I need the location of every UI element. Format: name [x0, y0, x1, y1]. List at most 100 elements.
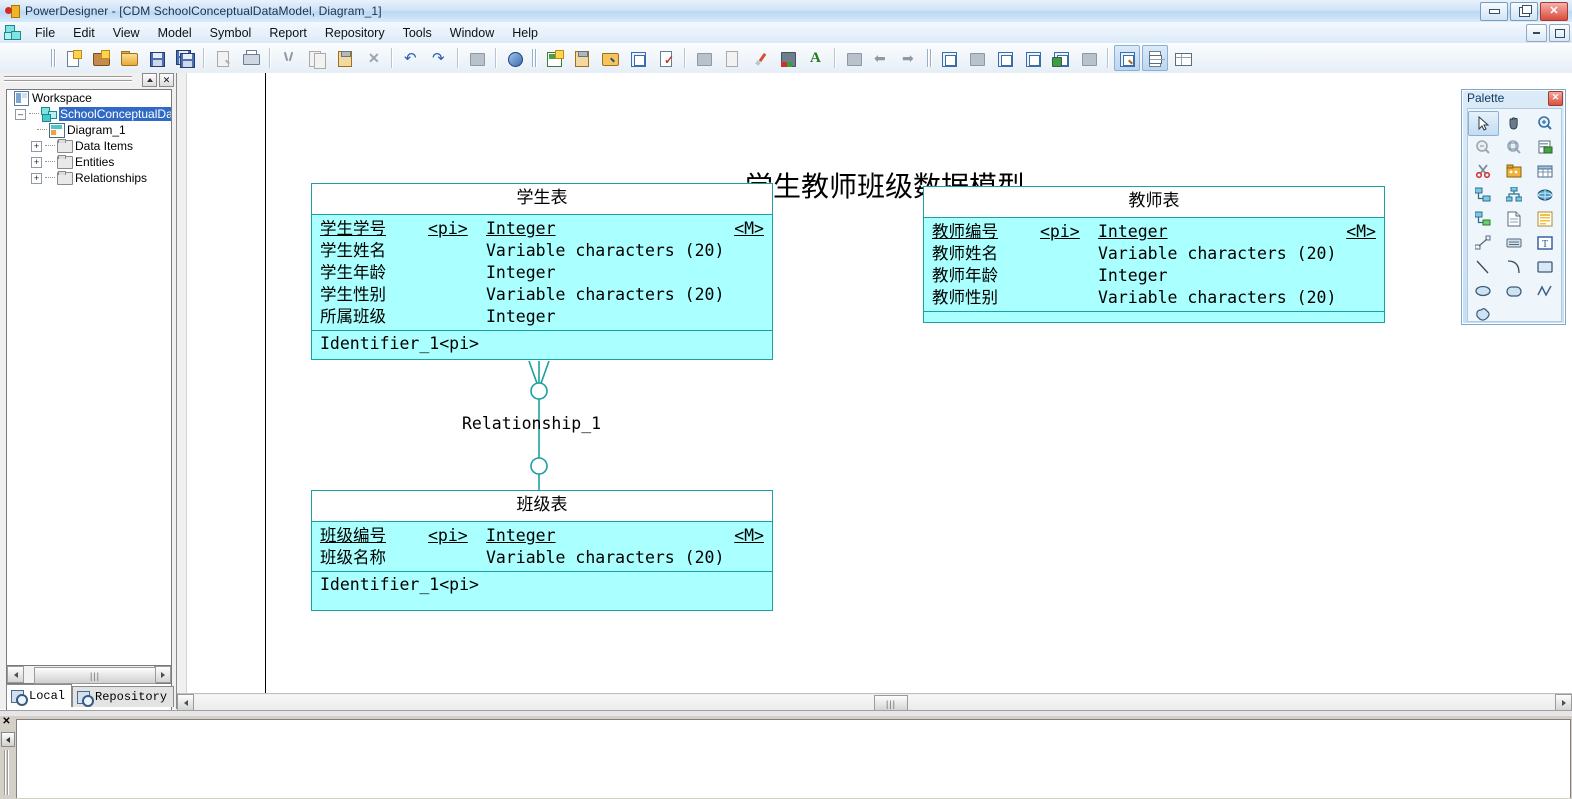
menu-help[interactable]: Help [503, 24, 547, 42]
browser-scroll-left-button[interactable] [7, 666, 24, 683]
new-diagram-button[interactable] [541, 45, 567, 71]
move-forward-button[interactable]: ➡ [897, 45, 923, 71]
delete-tool[interactable] [1468, 159, 1499, 184]
align-button[interactable] [841, 45, 867, 71]
rectangle-tool[interactable] [1530, 255, 1561, 280]
browser-autohide-button[interactable] [142, 73, 157, 87]
output-grip[interactable] [3, 750, 11, 795]
browser-scroll-thumb[interactable]: ||| [34, 667, 156, 684]
menu-symbol[interactable]: Symbol [201, 24, 261, 42]
sub-diagram-button[interactable] [964, 45, 990, 71]
cut-button[interactable] [276, 45, 302, 71]
menu-report[interactable]: Report [260, 24, 316, 42]
note-tool[interactable] [1530, 207, 1561, 232]
output-text-area[interactable] [16, 719, 1571, 798]
rounded-rectangle-tool[interactable] [1499, 279, 1530, 304]
tree-node-model[interactable]: – SchoolConceptualDataM [7, 106, 171, 122]
class-entity[interactable]: 班级表 班级编号 <pi> Integer <M> 班级名称 Variable … [311, 490, 773, 611]
menu-repository[interactable]: Repository [316, 24, 394, 42]
canvas-scroll-left-button[interactable] [177, 694, 194, 711]
tree-node-data-items[interactable]: + Data Items [7, 138, 171, 154]
window-close-button[interactable]: ✕ [1540, 2, 1568, 21]
title-tool[interactable] [1499, 231, 1530, 256]
copy-button[interactable] [304, 45, 330, 71]
browser-close-button[interactable]: ✕ [159, 73, 174, 87]
tab-local[interactable]: Local [6, 684, 73, 707]
hierarchy-view-button[interactable] [936, 45, 962, 71]
two-page-view-button[interactable] [1020, 45, 1046, 71]
window-minimize-button[interactable] [1480, 2, 1508, 21]
polygon-tool[interactable] [1468, 303, 1499, 328]
redo-button[interactable]: ↷ [426, 45, 452, 71]
properties-button[interactable] [464, 45, 490, 71]
output-close-button[interactable]: ✕ [1, 717, 12, 728]
tree-expander[interactable]: – [15, 108, 26, 120]
generate-button[interactable] [1048, 45, 1074, 71]
zoom-in-tool[interactable] [1530, 111, 1561, 136]
check-model-button[interactable]: ✓ [653, 45, 679, 71]
menu-view[interactable]: View [104, 24, 149, 42]
new-model-button[interactable] [60, 45, 86, 71]
inheritance-tool[interactable] [1499, 183, 1530, 208]
toolbar-grip[interactable] [926, 47, 933, 69]
canvas-horizontal-scrollbar[interactable]: ||| [177, 693, 1572, 712]
browser-scroll-track[interactable]: ||| [24, 667, 156, 684]
palette-close-button[interactable]: ✕ [1548, 90, 1563, 106]
mdi-minimize-button[interactable] [1526, 24, 1547, 42]
line-tool[interactable] [1468, 255, 1499, 280]
model-options-button[interactable] [597, 45, 623, 71]
menu-file[interactable]: File [26, 24, 64, 42]
tree-node-entities[interactable]: + Entities [7, 154, 171, 170]
delete-button[interactable]: ✕ [360, 45, 386, 71]
format-brush-button[interactable] [747, 45, 773, 71]
toggle-output-button[interactable] [1142, 45, 1168, 71]
fill-color-button[interactable] [775, 45, 801, 71]
browser-tree[interactable]: Workspace – SchoolConceptualDataM Diagra… [6, 89, 172, 738]
pointer-tool[interactable] [1468, 111, 1499, 136]
print-button[interactable] [238, 45, 264, 71]
mdi-restore-button[interactable] [1549, 24, 1570, 42]
teacher-entity[interactable]: 教师表 教师编号 <pi> Integer <M> 教师姓名 Variable … [923, 186, 1385, 323]
student-entity[interactable]: 学生表 学生学号 <pi> Integer <M> 学生姓名 Variable … [311, 183, 773, 360]
canvas-scroll-track[interactable]: ||| [194, 695, 1555, 712]
save-button[interactable] [144, 45, 170, 71]
package-tool[interactable] [1499, 159, 1530, 184]
menu-tools[interactable]: Tools [394, 24, 441, 42]
ellipse-tool[interactable] [1468, 279, 1499, 304]
window-restore-button[interactable] [1510, 2, 1538, 21]
output-collapse-button[interactable] [1, 732, 15, 747]
arc-tool[interactable] [1499, 255, 1530, 280]
open-button[interactable] [116, 45, 142, 71]
tree-node-diagram[interactable]: Diagram_1 [7, 122, 171, 138]
fill-shape-button[interactable] [691, 45, 717, 71]
font-color-button[interactable]: A [803, 45, 829, 71]
canvas-scroll-right-button[interactable] [1555, 694, 1572, 711]
link-symbol-tool[interactable] [1468, 231, 1499, 256]
tree-expander[interactable]: + [31, 172, 42, 184]
relationship-tool[interactable] [1468, 183, 1499, 208]
menu-model[interactable]: Model [149, 24, 201, 42]
new-package-button[interactable] [88, 45, 114, 71]
toggle-browser-button[interactable] [1114, 45, 1140, 71]
tree-node-workspace[interactable]: Workspace [7, 90, 171, 106]
open-properties-tool[interactable] [1530, 135, 1561, 160]
page-view-button[interactable] [992, 45, 1018, 71]
text-tool[interactable]: T [1530, 231, 1561, 256]
relationship-label[interactable]: Relationship_1 [462, 414, 601, 433]
link-tool[interactable] [1468, 207, 1499, 232]
tab-repository[interactable]: Repository [72, 686, 175, 707]
file-object-tool[interactable] [1499, 207, 1530, 232]
diagram-canvas[interactable]: 学生教师班级数据模型 学生表 学生学号 <pi> Integer <M> 学生姓… [177, 73, 1572, 693]
entity-tool[interactable] [1530, 159, 1561, 184]
print-preview-button[interactable] [210, 45, 236, 71]
tree-expander[interactable]: + [31, 156, 42, 168]
toolbar-grip[interactable] [531, 47, 538, 69]
save-all-button[interactable] [172, 45, 198, 71]
browser-horizontal-scrollbar[interactable]: ||| [6, 665, 172, 684]
menu-edit[interactable]: Edit [64, 24, 104, 42]
association-tool[interactable] [1530, 183, 1561, 208]
refresh-button[interactable] [625, 45, 651, 71]
tree-expander[interactable]: + [31, 140, 42, 152]
tree-node-relationships[interactable]: + Relationships [7, 170, 171, 186]
help-button[interactable] [502, 45, 528, 71]
